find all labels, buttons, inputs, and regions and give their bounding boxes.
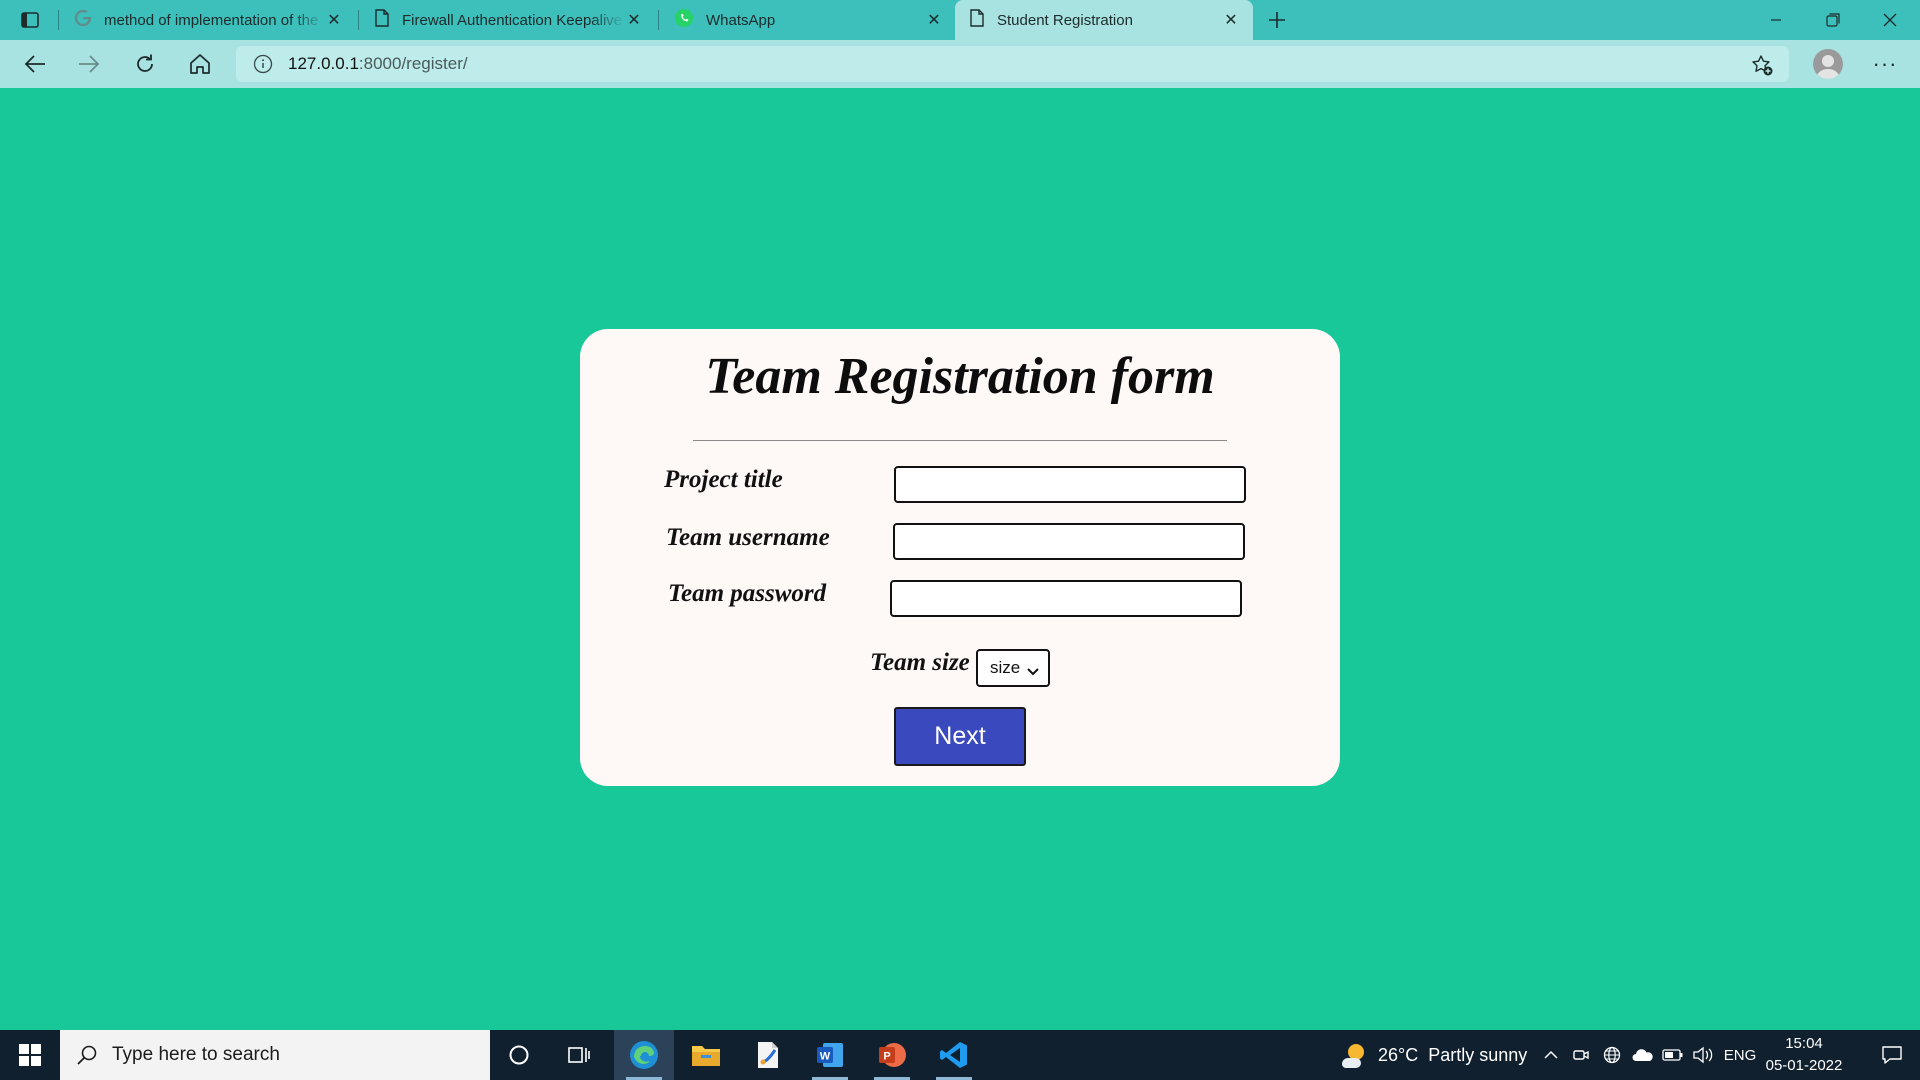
google-icon — [74, 9, 92, 31]
url-path: :8000/register/ — [358, 54, 468, 73]
new-tab-icon[interactable] — [1263, 6, 1291, 34]
team-size-selected-value: size — [990, 658, 1021, 677]
tab-title: method of implementation of the — [104, 11, 319, 29]
tab-whatsapp[interactable]: WhatsApp ✕ — [660, 0, 956, 40]
vscode-icon[interactable] — [924, 1030, 984, 1080]
project-title-label: Project title — [664, 466, 783, 493]
weather-widget[interactable]: 26°C Partly sunny — [1338, 1030, 1527, 1080]
taskbar-search-box[interactable]: Type here to search — [60, 1030, 490, 1080]
weather-condition: Partly sunny — [1428, 1044, 1528, 1065]
paint-app-icon[interactable] — [738, 1030, 798, 1080]
team-password-input[interactable] — [890, 580, 1242, 617]
team-username-label: Team username — [666, 524, 830, 551]
team-size-select[interactable]: size — [976, 649, 1050, 687]
more-options-icon[interactable]: ··· — [1865, 48, 1905, 80]
windows-start-icon[interactable] — [0, 1030, 60, 1080]
network-globe-icon[interactable] — [1600, 1030, 1624, 1080]
tab-student-registration[interactable]: Student Registration ✕ — [955, 0, 1253, 40]
url-host: 127.0.0.1 — [288, 54, 359, 73]
meet-now-icon[interactable] — [1570, 1030, 1592, 1080]
search-icon — [74, 1042, 100, 1068]
task-view-icon[interactable] — [550, 1030, 608, 1080]
volume-icon[interactable] — [1690, 1030, 1716, 1080]
restore-icon[interactable] — [1810, 6, 1856, 34]
back-icon[interactable] — [18, 48, 52, 80]
onedrive-cloud-icon[interactable] — [1630, 1030, 1656, 1080]
profile-avatar[interactable] — [1813, 49, 1843, 79]
page-icon — [374, 9, 390, 31]
system-clock[interactable]: 15:04 05-01-2022 — [1762, 1033, 1846, 1077]
word-icon[interactable]: W — [800, 1030, 860, 1080]
tab-title: Student Registration — [997, 11, 1133, 29]
svg-text:P: P — [883, 1051, 890, 1063]
chevron-up-icon[interactable] — [1540, 1030, 1562, 1080]
title-divider — [693, 440, 1227, 441]
add-favorite-icon[interactable] — [1749, 52, 1775, 78]
tab-title: Firewall Authentication Keepalive — [402, 11, 623, 29]
cortana-icon[interactable] — [490, 1030, 548, 1080]
clock-time: 15:04 — [1785, 1035, 1823, 1052]
clock-date: 05-01-2022 — [1765, 1057, 1843, 1074]
tab-actions-icon[interactable] — [14, 8, 46, 32]
next-button[interactable]: Next — [894, 707, 1026, 766]
refresh-icon[interactable] — [128, 48, 162, 80]
team-username-input[interactable] — [893, 523, 1245, 560]
browser-toolbar: 127.0.0.1:8000/register/ ··· — [0, 40, 1920, 88]
home-icon[interactable] — [183, 48, 217, 80]
close-icon[interactable]: ✕ — [324, 10, 344, 30]
tab-google-search[interactable]: method of implementation of the ✕ — [60, 0, 356, 40]
forward-icon[interactable] — [72, 48, 106, 80]
tab-title: WhatsApp — [706, 11, 776, 29]
team-password-label: Team password — [668, 580, 827, 607]
tab-separator — [358, 10, 359, 30]
battery-icon[interactable] — [1660, 1030, 1686, 1080]
tab-separator — [658, 10, 659, 30]
svg-text:W: W — [820, 1051, 831, 1063]
close-window-icon[interactable] — [1867, 6, 1913, 34]
close-icon[interactable]: ✕ — [1221, 10, 1241, 30]
weather-temperature: 26°C — [1378, 1044, 1419, 1065]
site-info-icon[interactable] — [252, 53, 274, 75]
tab-separator — [58, 10, 59, 30]
form-title: Team Registration form — [705, 348, 1215, 405]
windows-taskbar: Type here to search W P 26°C Partly sunn… — [0, 1030, 1920, 1080]
team-size-label: Team size — [870, 649, 970, 676]
edge-browser-icon[interactable] — [614, 1030, 674, 1080]
tab-firewall-authentication[interactable]: Firewall Authentication Keepalive ✕ — [360, 0, 656, 40]
input-language[interactable]: ENG — [1722, 1030, 1758, 1080]
browser-tab-strip: method of implementation of the ✕ Firewa… — [0, 0, 1920, 40]
search-placeholder: Type here to search — [112, 1044, 280, 1065]
page-icon — [969, 9, 985, 31]
project-title-input[interactable] — [894, 466, 1246, 503]
address-bar[interactable]: 127.0.0.1:8000/register/ — [236, 46, 1789, 82]
file-explorer-icon[interactable] — [676, 1030, 736, 1080]
close-icon[interactable]: ✕ — [924, 10, 944, 30]
close-icon[interactable]: ✕ — [624, 10, 644, 30]
notification-center-icon[interactable] — [1864, 1030, 1920, 1080]
partly-sunny-icon — [1342, 1044, 1364, 1068]
powerpoint-icon[interactable]: P — [862, 1030, 922, 1080]
minimize-icon[interactable] — [1753, 6, 1799, 34]
registration-card: Team Registration form Project title Tea… — [580, 329, 1340, 786]
whatsapp-icon — [674, 8, 694, 32]
chevron-down-icon — [1026, 662, 1040, 682]
